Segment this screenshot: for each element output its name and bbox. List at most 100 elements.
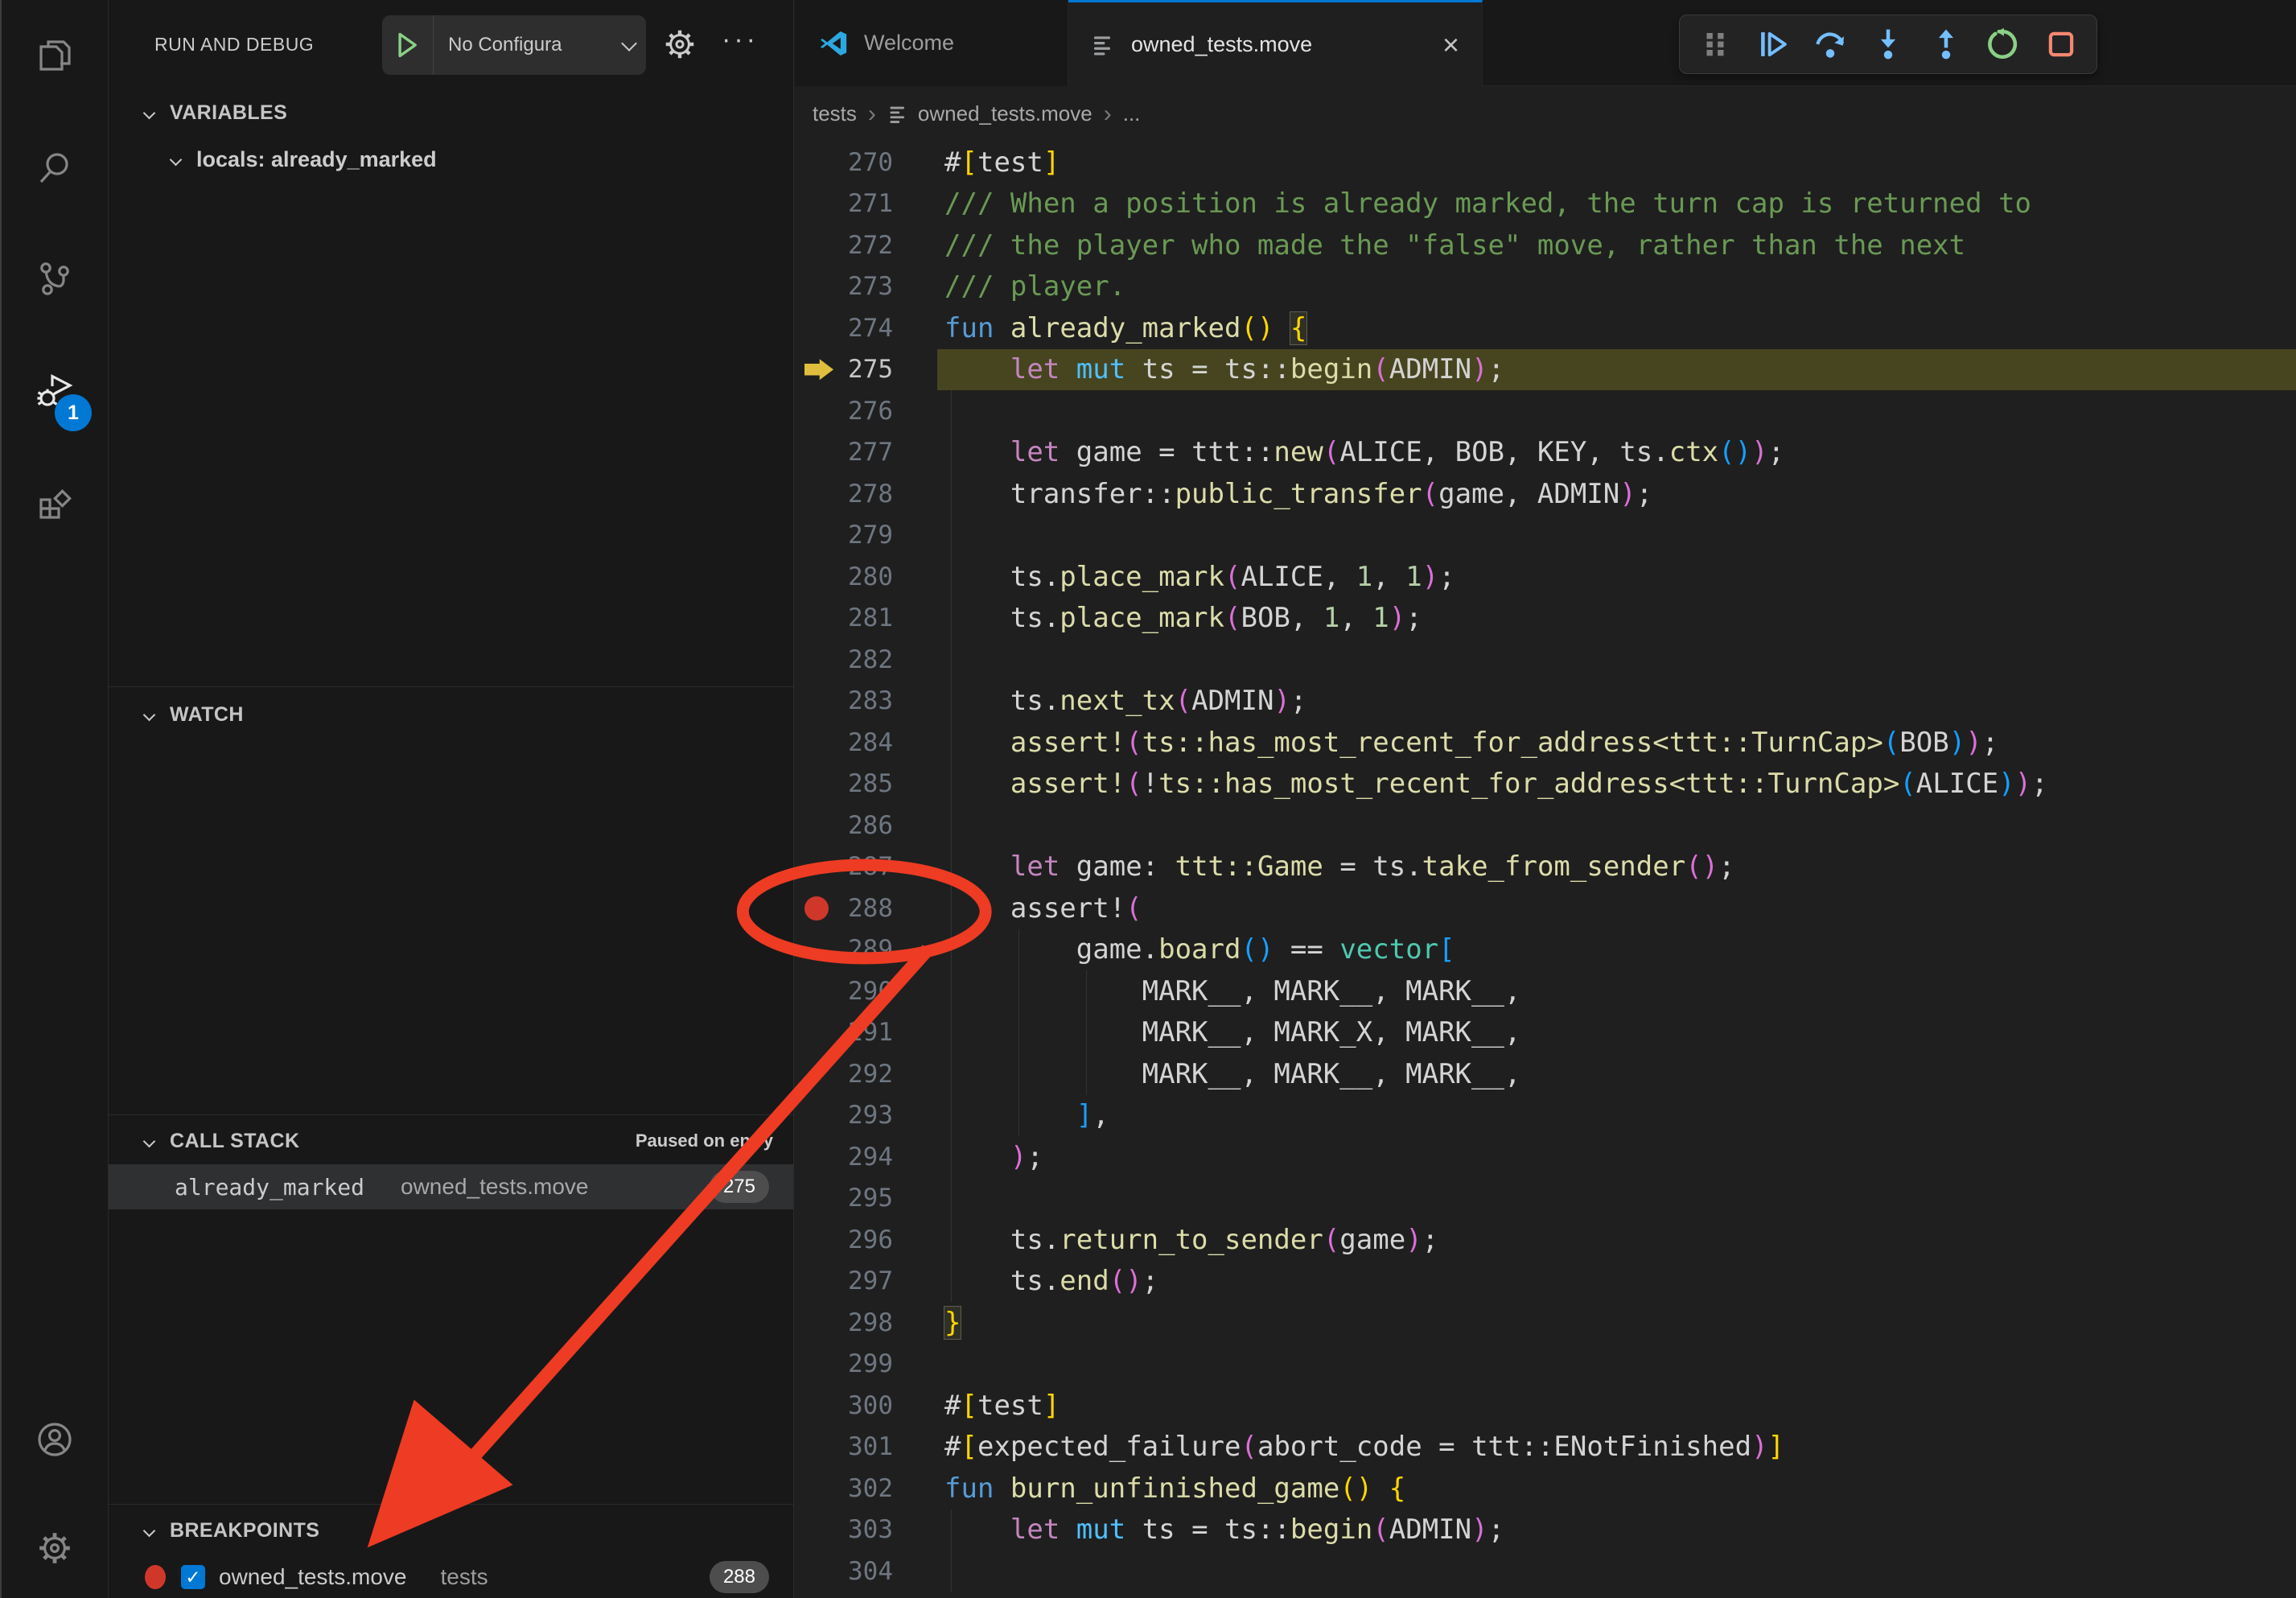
code-line[interactable]: 288 assert!( xyxy=(795,888,2296,929)
line-number[interactable]: 297 xyxy=(837,1266,893,1295)
breadcrumb-item-tests[interactable]: tests xyxy=(813,101,857,126)
line-number[interactable]: 287 xyxy=(837,852,893,881)
code-line[interactable]: 282 xyxy=(795,639,2296,681)
code-line[interactable]: 299 xyxy=(795,1344,2296,1386)
restart-button[interactable] xyxy=(1981,22,2026,67)
line-number[interactable]: 296 xyxy=(837,1225,893,1254)
code-line[interactable]: 291 MARK__, MARK_X, MARK__, xyxy=(795,1012,2296,1054)
settings-gear-icon[interactable] xyxy=(35,1529,74,1567)
call-stack-section-header[interactable]: CALL STACK Paused on entry xyxy=(109,1120,793,1162)
more-actions-icon[interactable]: ··· xyxy=(722,24,759,56)
code-line[interactable]: 302fun burn_unfinished_game() { xyxy=(795,1468,2296,1509)
line-number[interactable]: 295 xyxy=(837,1184,893,1213)
code-line[interactable]: 287 let game: ttt::Game = ts.take_from_s… xyxy=(795,846,2296,888)
line-number[interactable]: 301 xyxy=(837,1432,893,1461)
code-line[interactable]: 292 MARK__, MARK__, MARK__, xyxy=(795,1053,2296,1095)
line-number[interactable]: 276 xyxy=(837,397,893,426)
line-number[interactable]: 300 xyxy=(837,1391,893,1420)
line-number[interactable]: 283 xyxy=(837,686,893,715)
code-line[interactable]: 278 transfer::public_transfer(game, ADMI… xyxy=(795,473,2296,515)
debug-settings-gear-icon[interactable] xyxy=(662,27,701,65)
launch-config-dropdown[interactable]: No Configura xyxy=(382,15,646,75)
line-number[interactable]: 273 xyxy=(837,272,893,301)
line-number[interactable]: 288 xyxy=(837,894,893,923)
stop-button[interactable] xyxy=(2039,22,2084,67)
code-line[interactable]: 283 ts.next_tx(ADMIN); xyxy=(795,681,2296,723)
gutter-glyph-margin[interactable] xyxy=(795,359,837,380)
continue-button[interactable] xyxy=(1751,22,1796,67)
code-line[interactable]: 295 xyxy=(795,1178,2296,1220)
line-number[interactable]: 284 xyxy=(837,728,893,757)
watch-section-header[interactable]: WATCH xyxy=(109,694,793,735)
extensions-icon[interactable] xyxy=(35,483,74,521)
breakpoint-list-item[interactable]: ✓ owned_tests.move tests 288 xyxy=(109,1556,793,1598)
code-line[interactable]: 277 let game = ttt::new(ALICE, BOB, KEY,… xyxy=(795,432,2296,474)
account-icon[interactable] xyxy=(35,1420,74,1459)
code-line[interactable]: 271/// When a position is already marked… xyxy=(795,183,2296,225)
breakpoint-checkbox[interactable]: ✓ xyxy=(181,1565,205,1589)
line-number[interactable]: 293 xyxy=(837,1101,893,1130)
code-line[interactable]: 286 xyxy=(795,805,2296,846)
code-line[interactable]: 275 let mut ts = ts::begin(ADMIN); xyxy=(795,349,2296,391)
line-number[interactable]: 271 xyxy=(837,189,893,218)
code-line[interactable]: 300#[test] xyxy=(795,1385,2296,1427)
step-over-button[interactable] xyxy=(1808,22,1853,67)
line-number[interactable]: 278 xyxy=(837,480,893,509)
code-line[interactable]: 272/// the player who made the "false" m… xyxy=(795,224,2296,266)
gutter-glyph-margin[interactable] xyxy=(795,896,837,920)
code-line[interactable]: 281 ts.place_mark(BOB, 1, 1); xyxy=(795,598,2296,640)
line-number[interactable]: 290 xyxy=(837,977,893,1006)
breadcrumb-item-file[interactable]: owned_tests.move xyxy=(918,101,1092,126)
explorer-icon[interactable] xyxy=(35,36,74,75)
line-number[interactable]: 292 xyxy=(837,1060,893,1089)
code-line[interactable]: 284 assert!(ts::has_most_recent_for_addr… xyxy=(795,722,2296,764)
code-line[interactable]: 301#[expected_failure(abort_code = ttt::… xyxy=(795,1427,2296,1468)
code-line[interactable]: 290 MARK__, MARK__, MARK__, xyxy=(795,970,2296,1012)
line-number[interactable]: 275 xyxy=(837,355,893,384)
code-line[interactable]: 280 ts.place_mark(ALICE, 1, 1); xyxy=(795,556,2296,598)
line-number[interactable]: 289 xyxy=(837,935,893,964)
start-debug-button[interactable] xyxy=(382,15,434,75)
line-number[interactable]: 303 xyxy=(837,1515,893,1544)
code-line[interactable]: 289 game.board() == vector[ xyxy=(795,929,2296,971)
search-icon[interactable] xyxy=(35,149,74,187)
code-line[interactable]: 298} xyxy=(795,1302,2296,1344)
line-number[interactable]: 302 xyxy=(837,1474,893,1503)
breakpoints-section-header[interactable]: BREAKPOINTS xyxy=(109,1509,793,1551)
line-number[interactable]: 285 xyxy=(837,769,893,798)
breadcrumb-item-symbol[interactable]: ... xyxy=(1123,101,1141,126)
line-number[interactable]: 272 xyxy=(837,231,893,260)
code-line[interactable]: 279 xyxy=(795,515,2296,557)
step-out-button[interactable] xyxy=(1924,22,1969,67)
line-number[interactable]: 281 xyxy=(837,603,893,632)
line-number[interactable]: 270 xyxy=(837,148,893,177)
line-number[interactable]: 291 xyxy=(837,1018,893,1047)
line-number[interactable]: 280 xyxy=(837,562,893,591)
line-number[interactable]: 299 xyxy=(837,1349,893,1378)
line-number[interactable]: 294 xyxy=(837,1143,893,1172)
tab-welcome[interactable]: Welcome xyxy=(795,0,1068,86)
code-line[interactable]: 270#[test] xyxy=(795,142,2296,183)
step-into-button[interactable] xyxy=(1866,22,1911,67)
source-control-icon[interactable] xyxy=(35,259,74,298)
code-line[interactable]: 296 ts.return_to_sender(game); xyxy=(795,1219,2296,1261)
call-stack-frame-row[interactable]: already_marked owned_tests.move 275 xyxy=(109,1164,793,1209)
variables-section-header[interactable]: VARIABLES xyxy=(109,92,793,134)
variables-scope-row[interactable]: locals: already_marked xyxy=(109,138,793,180)
code-line[interactable]: 276 xyxy=(795,390,2296,432)
toolbar-drag-handle[interactable] xyxy=(1693,22,1738,67)
code-line[interactable]: 293 ], xyxy=(795,1095,2296,1137)
code-line[interactable]: 274fun already_marked() { xyxy=(795,307,2296,349)
code-line[interactable]: 297 ts.end(); xyxy=(795,1261,2296,1303)
line-number[interactable]: 286 xyxy=(837,811,893,840)
code-line[interactable]: 304 xyxy=(795,1551,2296,1592)
line-number[interactable]: 277 xyxy=(837,438,893,467)
line-number[interactable]: 282 xyxy=(837,645,893,674)
line-number[interactable]: 274 xyxy=(837,314,893,343)
breakpoint-dot-icon[interactable] xyxy=(804,896,829,920)
line-number[interactable]: 279 xyxy=(837,521,893,550)
close-icon[interactable]: × xyxy=(1442,31,1459,60)
code-line[interactable]: 273/// player. xyxy=(795,266,2296,308)
code-line[interactable]: 303 let mut ts = ts::begin(ADMIN); xyxy=(795,1509,2296,1551)
line-number[interactable]: 298 xyxy=(837,1308,893,1337)
